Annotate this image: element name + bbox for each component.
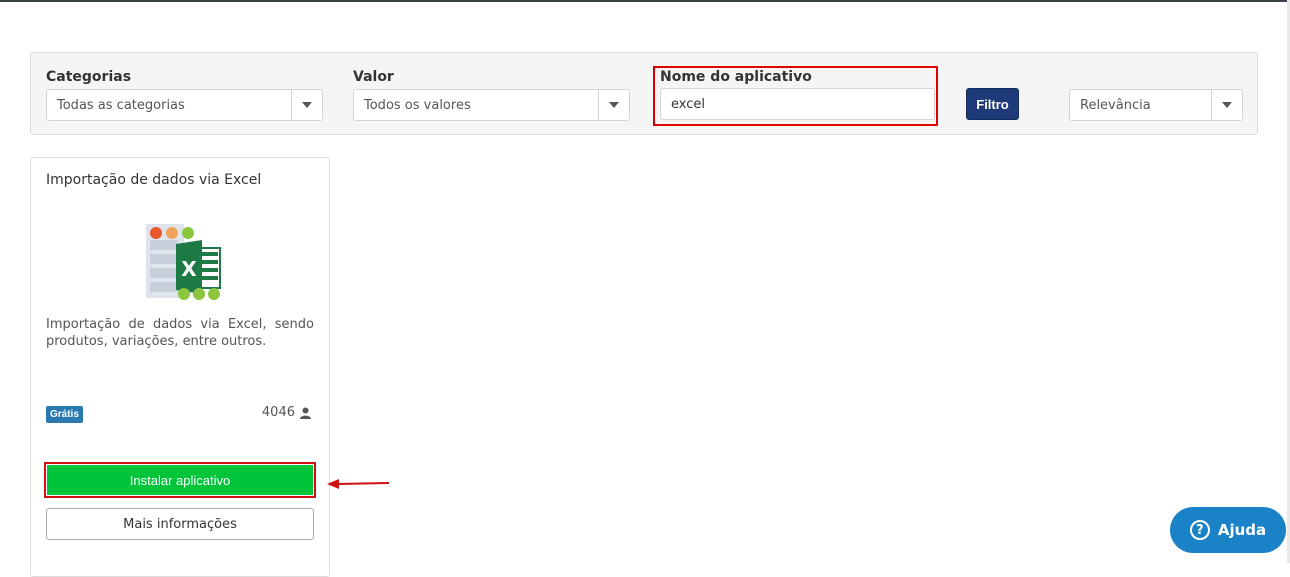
chevron-down-icon[interactable]	[291, 90, 322, 120]
svg-text:X: X	[181, 257, 197, 281]
install-count: 4046	[262, 405, 311, 420]
sort-select-value: Relevância	[1080, 98, 1151, 113]
excel-import-icon: X	[146, 224, 221, 300]
categories-select[interactable]: Todas as categorias	[46, 89, 323, 121]
sort-select[interactable]: Relevância	[1069, 89, 1243, 121]
app-card-title: Importação de dados via Excel	[46, 172, 262, 188]
red-arrow-annotation	[327, 479, 390, 489]
value-label: Valor	[353, 69, 394, 85]
install-button[interactable]: Instalar aplicativo	[47, 465, 313, 495]
value-select[interactable]: Todos os valores	[353, 89, 630, 121]
app-name-label: Nome do aplicativo	[660, 69, 812, 85]
install-count-value: 4046	[261, 405, 295, 420]
help-button[interactable]: ? Ajuda	[1170, 507, 1286, 553]
top-bar	[0, 0, 1290, 2]
value-select-value: Todos os valores	[364, 98, 471, 113]
chevron-down-icon[interactable]	[1211, 90, 1242, 120]
categories-label: Categorias	[46, 69, 132, 85]
app-card-description: Importação de dados via Excel, sendo pro…	[46, 317, 314, 349]
categories-select-value: Todas as categorias	[57, 98, 185, 113]
question-icon: ?	[1189, 520, 1210, 540]
app-name-input[interactable]	[660, 88, 935, 120]
filter-button[interactable]: Filtro	[966, 88, 1019, 120]
price-badge: Grátis	[46, 406, 83, 423]
user-icon	[300, 407, 311, 419]
help-label: Ajuda	[1217, 521, 1267, 539]
more-info-button[interactable]: Mais informações	[46, 508, 314, 540]
chevron-down-icon[interactable]	[598, 90, 629, 120]
